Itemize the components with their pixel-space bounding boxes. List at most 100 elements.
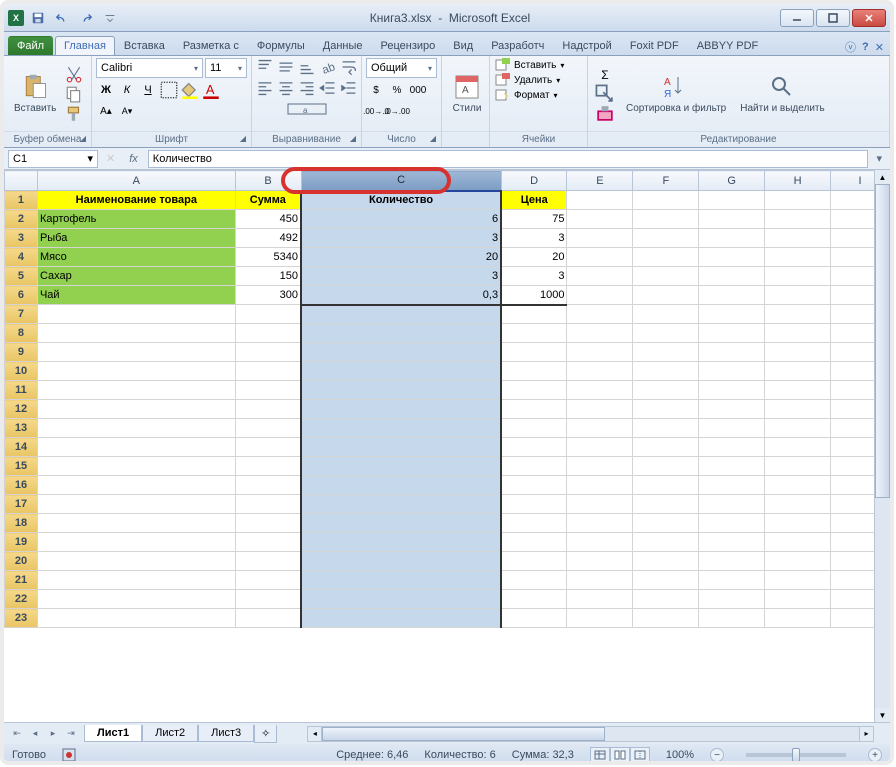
cell-E1[interactable] — [567, 191, 633, 210]
cell-D8[interactable] — [501, 324, 567, 343]
expand-formula-bar-icon[interactable]: ▾ — [872, 152, 886, 165]
cell-F18[interactable] — [633, 514, 699, 533]
cell-E5[interactable] — [567, 267, 633, 286]
orientation-button[interactable]: ab — [318, 58, 338, 76]
tab-abbyy[interactable]: ABBYY PDF — [688, 36, 768, 55]
cell-F16[interactable] — [633, 476, 699, 495]
cell-H13[interactable] — [765, 419, 831, 438]
paste-button[interactable]: Вставить — [8, 71, 62, 116]
format-painter-button[interactable] — [64, 105, 84, 123]
cell-H6[interactable] — [765, 286, 831, 305]
cell-E17[interactable] — [567, 495, 633, 514]
italic-button[interactable]: К — [117, 81, 137, 99]
cell-E8[interactable] — [567, 324, 633, 343]
cell-F7[interactable] — [633, 305, 699, 324]
cell-A16[interactable] — [37, 476, 235, 495]
cell-F4[interactable] — [633, 248, 699, 267]
cell-F10[interactable] — [633, 362, 699, 381]
cell-G15[interactable] — [699, 457, 765, 476]
align-bottom-button[interactable] — [297, 58, 317, 76]
cell-H1[interactable] — [765, 191, 831, 210]
cell-B19[interactable] — [235, 533, 301, 552]
cell-C10[interactable] — [301, 362, 501, 381]
cell-F13[interactable] — [633, 419, 699, 438]
row-header-14[interactable]: 14 — [5, 438, 38, 457]
cell-D4[interactable]: 20 — [501, 248, 567, 267]
cell-B12[interactable] — [235, 400, 301, 419]
percent-button[interactable]: % — [387, 81, 407, 99]
cell-E2[interactable] — [567, 210, 633, 229]
select-all-corner[interactable] — [5, 171, 38, 191]
insert-cells-button[interactable]: Вставить▾ — [494, 58, 583, 72]
cell-D13[interactable] — [501, 419, 567, 438]
cell-D6[interactable]: 1000 — [501, 286, 567, 305]
cell-C5[interactable]: 3 — [301, 267, 501, 286]
cell-H9[interactable] — [765, 343, 831, 362]
cell-A3[interactable]: Рыба — [37, 229, 235, 248]
cell-F8[interactable] — [633, 324, 699, 343]
cell-C6[interactable]: 0,3 — [301, 286, 501, 305]
cell-G4[interactable] — [699, 248, 765, 267]
cell-E16[interactable] — [567, 476, 633, 495]
cell-A19[interactable] — [37, 533, 235, 552]
cell-B3[interactable]: 492 — [235, 229, 301, 248]
vertical-scrollbar[interactable]: ▲ ▼ — [874, 170, 890, 722]
cell-D16[interactable] — [501, 476, 567, 495]
row-header-15[interactable]: 15 — [5, 457, 38, 476]
cell-H3[interactable] — [765, 229, 831, 248]
cell-A21[interactable] — [37, 571, 235, 590]
column-header-C[interactable]: C — [301, 171, 501, 191]
cell-E18[interactable] — [567, 514, 633, 533]
format-cells-button[interactable]: Формат▾ — [494, 88, 583, 102]
cell-F11[interactable] — [633, 381, 699, 400]
cell-F1[interactable] — [633, 191, 699, 210]
cell-G23[interactable] — [699, 609, 765, 628]
cell-B14[interactable] — [235, 438, 301, 457]
tab-developer[interactable]: Разработч — [482, 36, 553, 55]
sheet-tab-1[interactable]: Лист1 — [84, 725, 142, 742]
cell-D11[interactable] — [501, 381, 567, 400]
cell-G8[interactable] — [699, 324, 765, 343]
cell-A8[interactable] — [37, 324, 235, 343]
cell-B17[interactable] — [235, 495, 301, 514]
cell-E20[interactable] — [567, 552, 633, 571]
cell-E6[interactable] — [567, 286, 633, 305]
cell-A17[interactable] — [37, 495, 235, 514]
number-format-combo[interactable]: Общий▾ — [366, 58, 437, 78]
row-header-9[interactable]: 9 — [5, 343, 38, 362]
cell-B22[interactable] — [235, 590, 301, 609]
cell-A4[interactable]: Мясо — [37, 248, 235, 267]
cell-C9[interactable] — [301, 343, 501, 362]
cell-B2[interactable]: 450 — [235, 210, 301, 229]
cell-H22[interactable] — [765, 590, 831, 609]
cell-H8[interactable] — [765, 324, 831, 343]
cell-D15[interactable] — [501, 457, 567, 476]
cell-B6[interactable]: 300 — [235, 286, 301, 305]
cell-H7[interactable] — [765, 305, 831, 324]
column-header-E[interactable]: E — [567, 171, 633, 191]
row-header-2[interactable]: 2 — [5, 210, 38, 229]
scroll-right-button[interactable]: ▸ — [859, 727, 873, 741]
cell-B4[interactable]: 5340 — [235, 248, 301, 267]
cell-A5[interactable]: Сахар — [37, 267, 235, 286]
horizontal-scrollbar[interactable]: ◂ ▸ — [307, 726, 874, 742]
cell-F2[interactable] — [633, 210, 699, 229]
find-select-button[interactable]: Найти и выделить — [734, 71, 830, 116]
cell-F6[interactable] — [633, 286, 699, 305]
cell-D12[interactable] — [501, 400, 567, 419]
row-header-13[interactable]: 13 — [5, 419, 38, 438]
cell-B11[interactable] — [235, 381, 301, 400]
cell-E13[interactable] — [567, 419, 633, 438]
cell-D2[interactable]: 75 — [501, 210, 567, 229]
wrap-text-button[interactable] — [339, 58, 359, 76]
cell-E9[interactable] — [567, 343, 633, 362]
cell-H11[interactable] — [765, 381, 831, 400]
cell-C14[interactable] — [301, 438, 501, 457]
cell-F14[interactable] — [633, 438, 699, 457]
cell-D3[interactable]: 3 — [501, 229, 567, 248]
shrink-font-button[interactable]: A▾ — [117, 102, 137, 120]
tab-home[interactable]: Главная — [55, 36, 115, 55]
tab-insert[interactable]: Вставка — [115, 36, 174, 55]
cell-B21[interactable] — [235, 571, 301, 590]
tab-nav-first[interactable]: ⇤ — [8, 726, 26, 742]
